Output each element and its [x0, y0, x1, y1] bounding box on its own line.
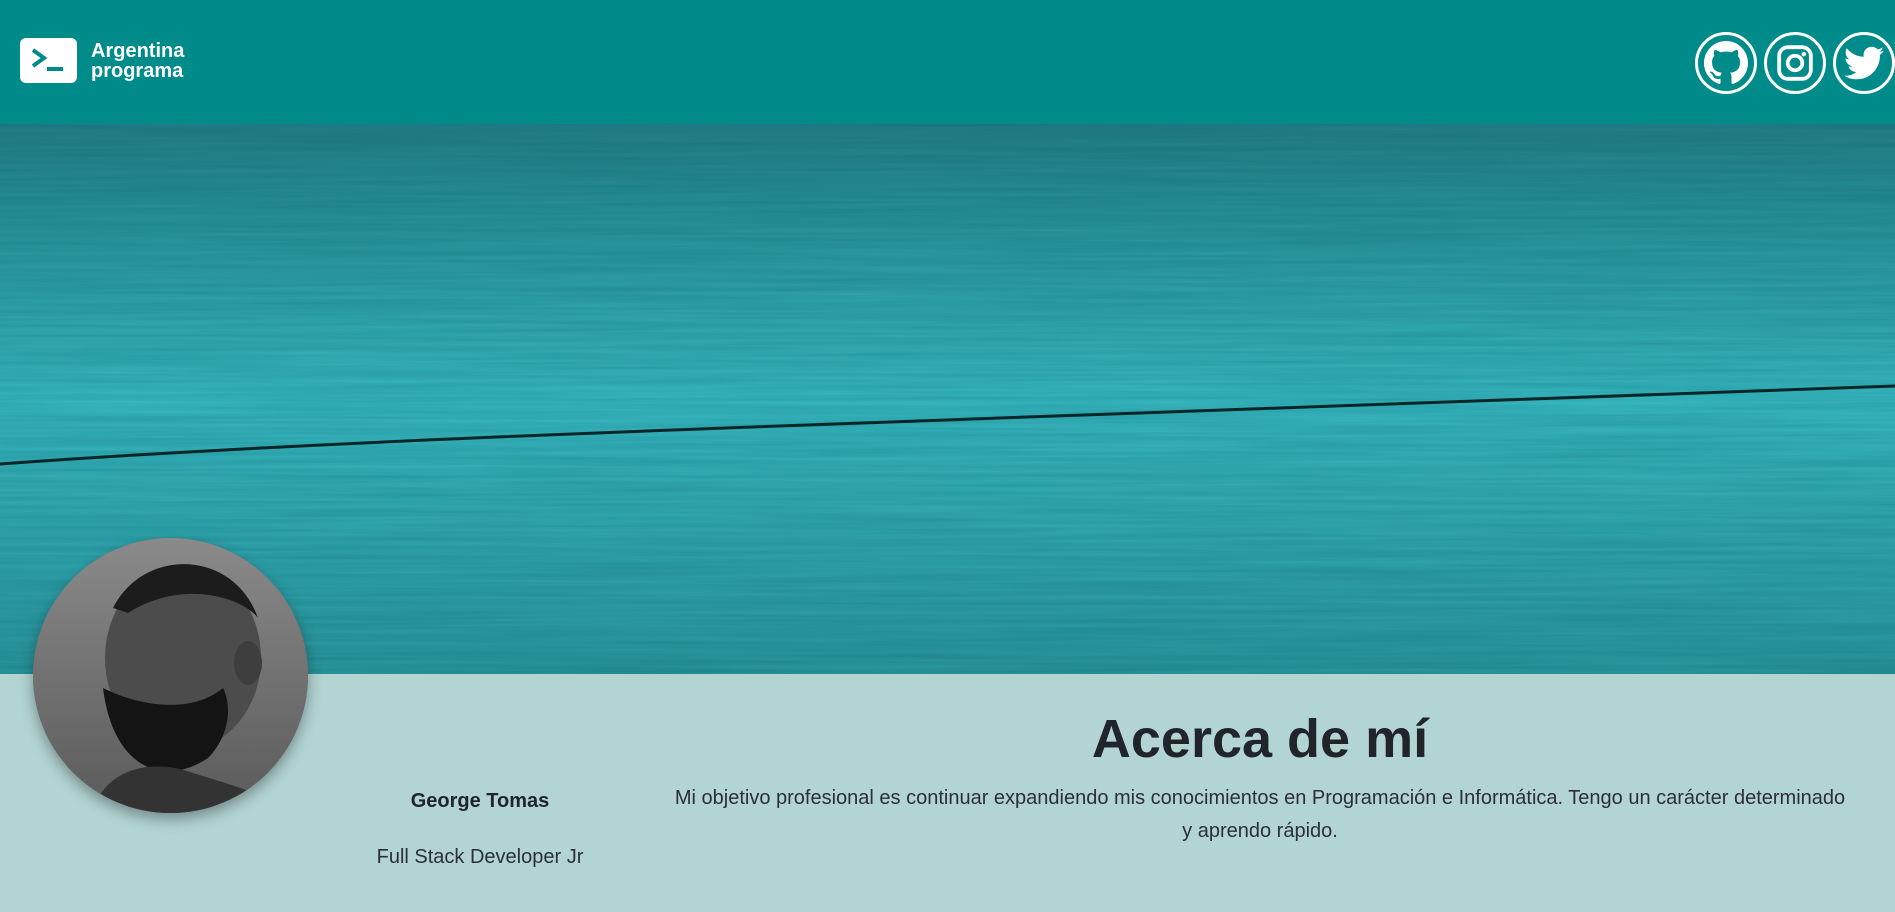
terminal-prompt-icon: [20, 38, 77, 83]
brand-name: Argentina programa: [91, 41, 184, 81]
social-links: [1688, 32, 1895, 94]
brand-line-1: Argentina: [91, 39, 185, 62]
twitter-icon: [1844, 46, 1884, 80]
instagram-link[interactable]: [1764, 32, 1826, 94]
profile-name: George Tomas: [410, 790, 550, 812]
brand-line-2: programa: [91, 59, 184, 82]
profile-role: Full Stack Developer Jr: [376, 846, 584, 868]
github-icon: [1704, 41, 1748, 84]
instagram-icon: [1777, 45, 1813, 81]
about-text: Mi objetivo profesional es continuar exp…: [674, 787, 1846, 842]
github-link[interactable]: [1695, 32, 1757, 94]
about-title: Acerca de mí: [1091, 709, 1429, 769]
avatar: [33, 538, 308, 813]
banner-image: [0, 124, 1895, 674]
navbar: Argentina programa: [0, 0, 1895, 124]
brand-logo[interactable]: Argentina programa: [20, 38, 184, 83]
twitter-link[interactable]: [1833, 32, 1895, 94]
